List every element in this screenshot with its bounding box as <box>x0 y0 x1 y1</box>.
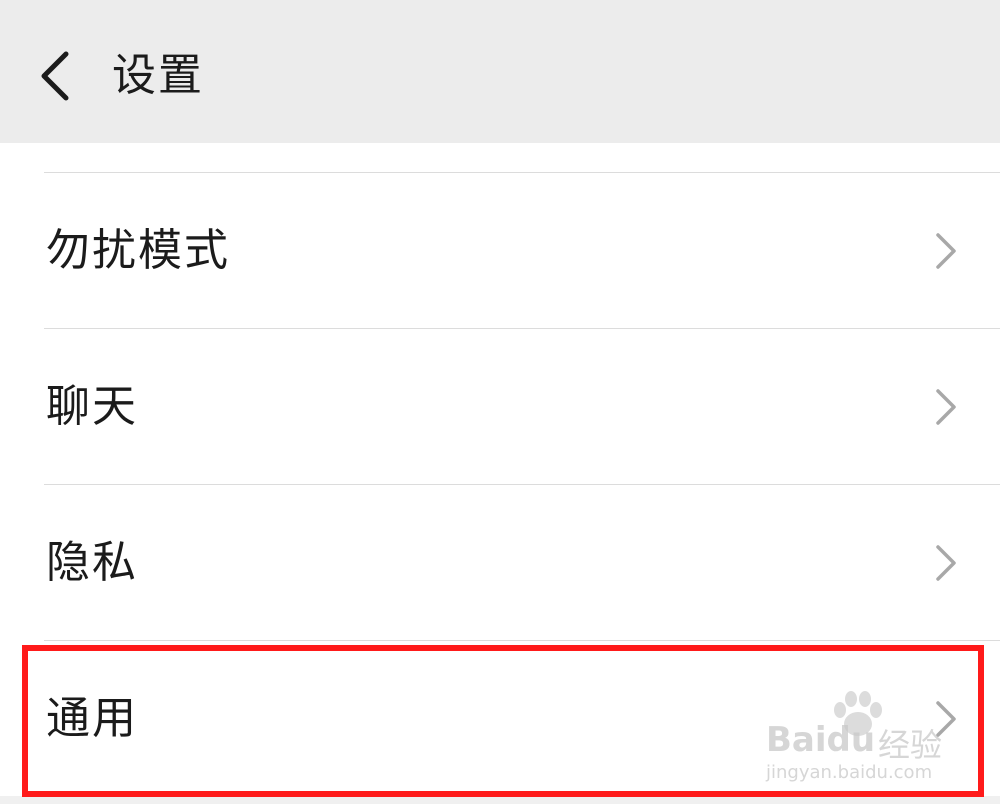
settings-list: 勿扰模式 聊天 隐私 通用 <box>0 143 1000 804</box>
settings-item-general[interactable]: 通用 <box>0 641 1000 796</box>
page-title: 设置 <box>112 50 204 101</box>
settings-item-privacy[interactable]: 隐私 <box>0 485 1000 640</box>
chevron-right-icon <box>936 700 956 737</box>
settings-item-chat[interactable]: 聊天 <box>0 329 1000 484</box>
settings-item-label: 隐私 <box>46 536 138 588</box>
chevron-right-icon <box>936 544 956 581</box>
top-bar: 设置 <box>0 0 1000 143</box>
settings-item-label: 勿扰模式 <box>46 224 230 276</box>
back-button[interactable] <box>22 38 88 114</box>
settings-screen: 设置 勿扰模式 聊天 隐私 通用 Baidu 经验 jingyan.baidu.… <box>0 0 1000 804</box>
bottom-strip <box>0 796 1000 804</box>
settings-item-label: 聊天 <box>46 380 138 432</box>
settings-item-label: 通用 <box>46 692 138 744</box>
chevron-right-icon <box>936 388 956 425</box>
chevron-right-icon <box>936 232 956 269</box>
settings-item-do-not-disturb[interactable]: 勿扰模式 <box>0 173 1000 328</box>
chevron-left-icon <box>41 51 69 101</box>
